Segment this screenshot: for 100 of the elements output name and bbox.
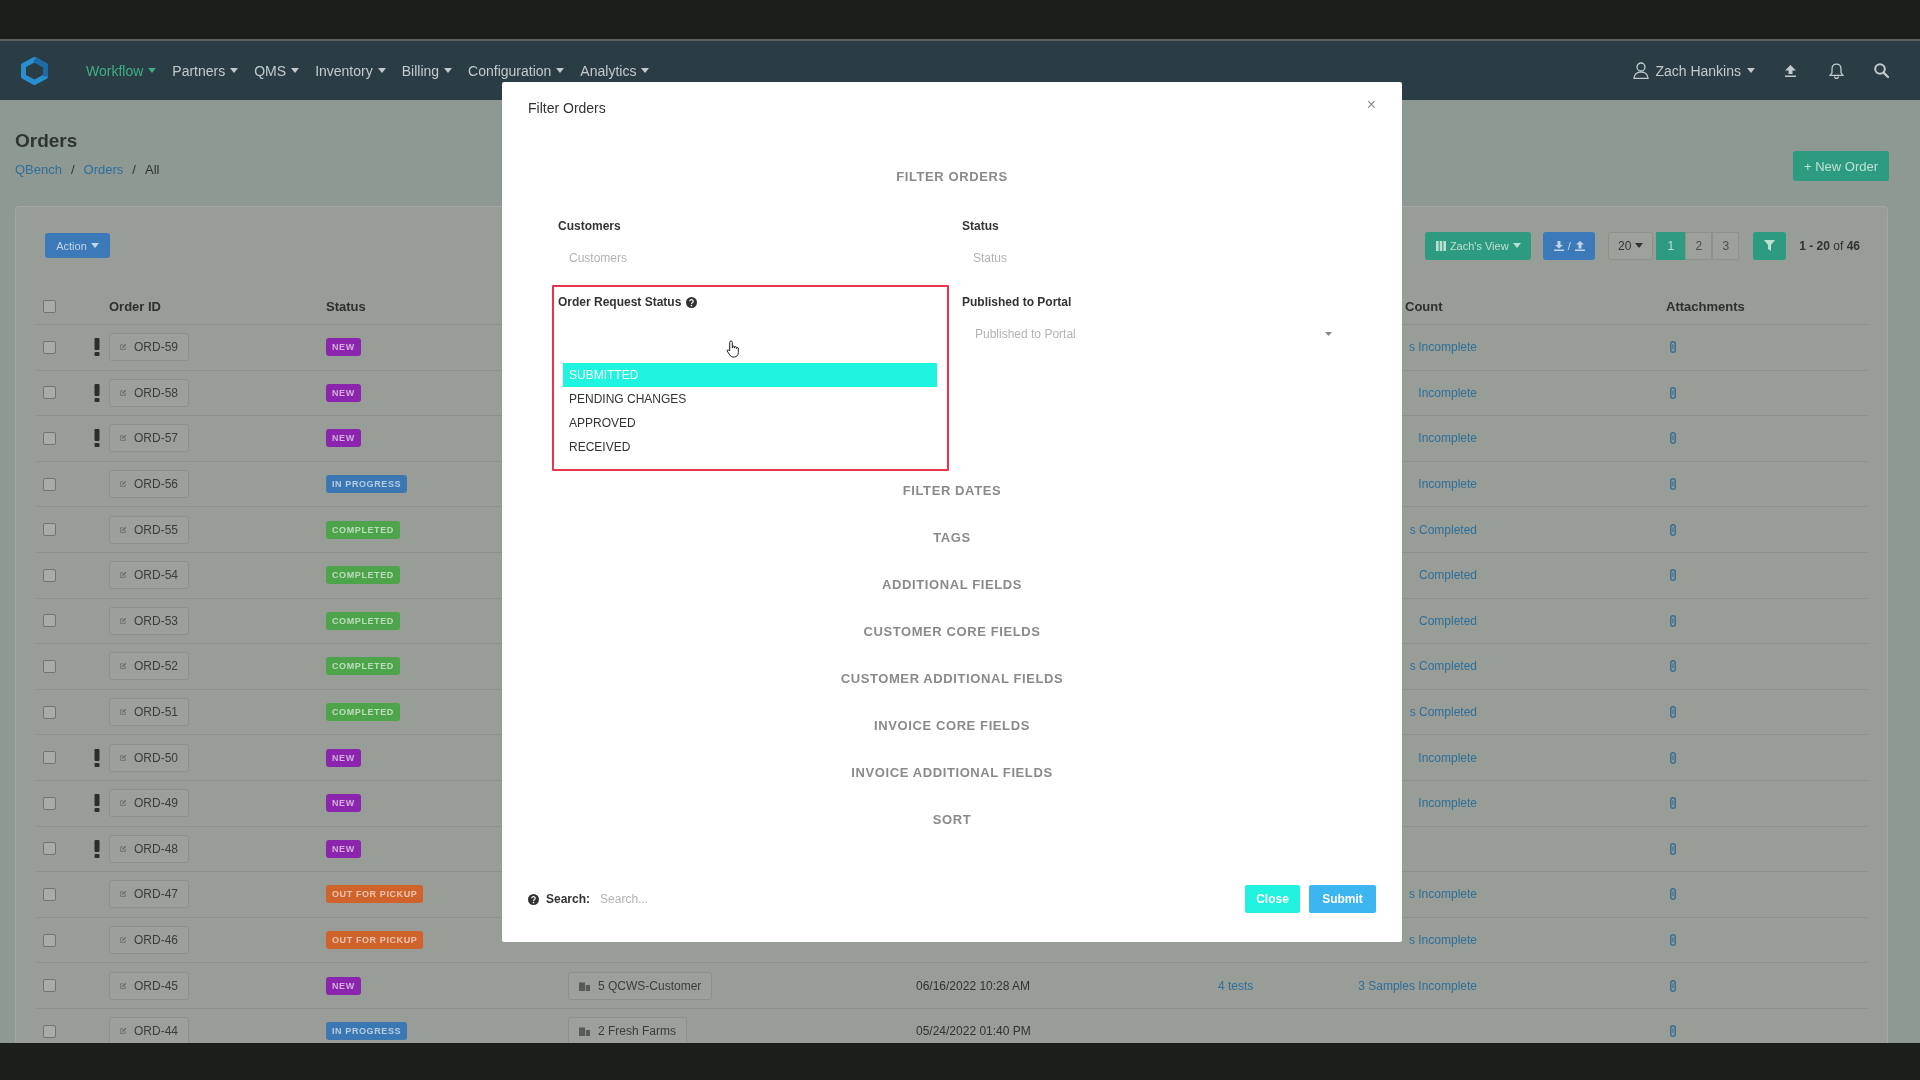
submit-button[interactable]: Submit <box>1309 885 1376 913</box>
paperclip-icon[interactable] <box>1670 341 1676 354</box>
paperclip-icon[interactable] <box>1670 660 1676 673</box>
order-id-button[interactable]: ORD-44 <box>109 1017 189 1043</box>
samples-link[interactable]: Incomplete <box>1418 750 1477 765</box>
paperclip-icon[interactable] <box>1670 888 1676 901</box>
page-button[interactable]: 2 <box>1685 231 1713 260</box>
page-size-dropdown[interactable]: 20 <box>1608 231 1654 260</box>
paperclip-icon[interactable] <box>1670 1025 1676 1038</box>
page-button[interactable]: 1 <box>1656 231 1686 260</box>
section-heading[interactable]: CUSTOMER ADDITIONAL FIELDS <box>840 669 1064 688</box>
section-heading[interactable]: SORT <box>932 810 972 829</box>
checkbox[interactable] <box>43 614 56 628</box>
upload-icon[interactable] <box>1785 64 1796 77</box>
list-option[interactable]: RECEIVED <box>563 435 937 459</box>
paperclip-icon[interactable] <box>1670 751 1676 764</box>
order-id-button[interactable]: ORD-54 <box>109 561 189 590</box>
import-export-button[interactable]: / <box>1543 231 1596 260</box>
paperclip-icon[interactable] <box>1670 523 1676 536</box>
checkbox[interactable] <box>43 933 56 947</box>
modal-close-button[interactable]: × <box>1366 96 1376 114</box>
paperclip-icon[interactable] <box>1670 934 1676 946</box>
checkbox[interactable] <box>43 300 56 313</box>
list-option[interactable]: APPROVED <box>563 411 937 435</box>
samples-link[interactable]: Completed <box>1418 568 1477 583</box>
nav-menu-item[interactable]: Configuration <box>468 62 565 79</box>
checkbox[interactable] <box>43 979 56 993</box>
search-input[interactable]: Search... <box>600 887 821 911</box>
paperclip-icon[interactable] <box>1670 797 1676 810</box>
breadcrumb-link[interactable]: Orders <box>83 159 124 181</box>
search-icon[interactable] <box>1874 63 1889 78</box>
samples-link[interactable]: s Completed <box>1409 522 1477 537</box>
page-button[interactable]: 3 <box>1712 231 1740 260</box>
order-id-button[interactable]: ORD-46 <box>109 926 189 954</box>
checkbox[interactable] <box>43 1024 56 1038</box>
samples-link[interactable]: Incomplete <box>1418 385 1477 400</box>
order-id-button[interactable]: ORD-45 <box>109 971 189 1000</box>
order-id-button[interactable]: ORD-51 <box>109 698 189 727</box>
samples-link[interactable]: s Incomplete <box>1408 887 1477 902</box>
action-button[interactable]: Action <box>45 233 110 258</box>
section-heading[interactable]: FILTER DATES <box>902 481 1002 500</box>
samples-link[interactable]: Completed <box>1418 613 1477 628</box>
checkbox[interactable] <box>43 842 56 856</box>
checkbox[interactable] <box>43 659 56 673</box>
paperclip-icon[interactable] <box>1670 432 1676 445</box>
input-field[interactable]: Status <box>962 244 1346 272</box>
user-menu[interactable]: Zach Hankins <box>1633 62 1755 79</box>
samples-link[interactable]: s Incomplete <box>1408 340 1477 355</box>
section-heading[interactable]: INVOICE CORE FIELDS <box>874 716 1030 735</box>
samples-link[interactable]: s Completed <box>1409 705 1477 720</box>
bell-icon[interactable] <box>1829 62 1844 79</box>
order-id-button[interactable]: ORD-58 <box>109 378 189 407</box>
order-id-button[interactable]: ORD-50 <box>109 743 189 772</box>
nav-menu-item[interactable]: Partners <box>172 62 239 79</box>
tests-link[interactable]: 4 tests <box>1218 978 1254 993</box>
order-id-button[interactable]: ORD-53 <box>109 606 189 635</box>
nav-menu-item[interactable]: QMS <box>254 62 300 79</box>
order-id-button[interactable]: ORD-47 <box>109 880 189 909</box>
filter-button[interactable] <box>1753 231 1787 260</box>
customer-button[interactable]: 2 Fresh Farms <box>568 1017 687 1043</box>
paperclip-icon[interactable] <box>1670 706 1676 719</box>
input-field[interactable]: Customers <box>558 244 943 272</box>
order-id-button[interactable]: ORD-49 <box>109 789 189 818</box>
paperclip-icon[interactable] <box>1670 614 1676 627</box>
checkbox[interactable] <box>43 523 56 537</box>
checkbox[interactable] <box>43 751 56 765</box>
nav-menu-item[interactable]: Workflow <box>86 62 157 79</box>
paperclip-icon[interactable] <box>1670 478 1676 491</box>
new-order-button[interactable]: + New Order <box>1793 151 1889 181</box>
breadcrumb-link[interactable]: QBench <box>15 159 62 181</box>
paperclip-icon[interactable] <box>1670 569 1676 582</box>
order-id-button[interactable]: ORD-55 <box>109 515 189 544</box>
view-button[interactable]: Zach's View <box>1425 231 1532 260</box>
samples-link[interactable]: s Incomplete <box>1408 933 1477 947</box>
section-heading[interactable]: ADDITIONAL FIELDS <box>882 575 1022 594</box>
samples-link[interactable]: Incomplete <box>1418 477 1477 492</box>
samples-link[interactable]: Incomplete <box>1418 796 1477 811</box>
order-id-button[interactable]: ORD-56 <box>109 470 189 499</box>
checkbox[interactable] <box>43 887 56 901</box>
order-id-button[interactable]: ORD-48 <box>109 834 189 863</box>
order-id-button[interactable]: ORD-59 <box>109 333 189 362</box>
order-id-button[interactable]: ORD-57 <box>109 424 189 453</box>
paperclip-icon[interactable] <box>1670 842 1676 855</box>
checkbox[interactable] <box>43 568 56 582</box>
checkbox[interactable] <box>43 705 56 719</box>
checkbox[interactable] <box>43 477 56 491</box>
nav-menu-item[interactable]: Billing <box>401 62 453 79</box>
nav-menu-item[interactable]: Inventory <box>315 62 386 79</box>
samples-link[interactable]: 3 Samples Incomplete <box>1358 978 1477 993</box>
paperclip-icon[interactable] <box>1670 386 1676 399</box>
list-option[interactable]: PENDING CHANGES <box>563 387 937 411</box>
customer-button[interactable]: 5 QCWS-Customer <box>568 971 713 1000</box>
checkbox[interactable] <box>43 796 56 810</box>
section-heading[interactable]: TAGS <box>933 528 971 547</box>
samples-link[interactable]: s Completed <box>1409 659 1477 674</box>
checkbox[interactable] <box>43 340 56 354</box>
checkbox[interactable] <box>43 432 56 445</box>
order-id-button[interactable]: ORD-52 <box>109 652 189 681</box>
section-heading[interactable]: INVOICE ADDITIONAL FIELDS <box>851 763 1053 782</box>
samples-link[interactable]: Incomplete <box>1418 431 1477 446</box>
